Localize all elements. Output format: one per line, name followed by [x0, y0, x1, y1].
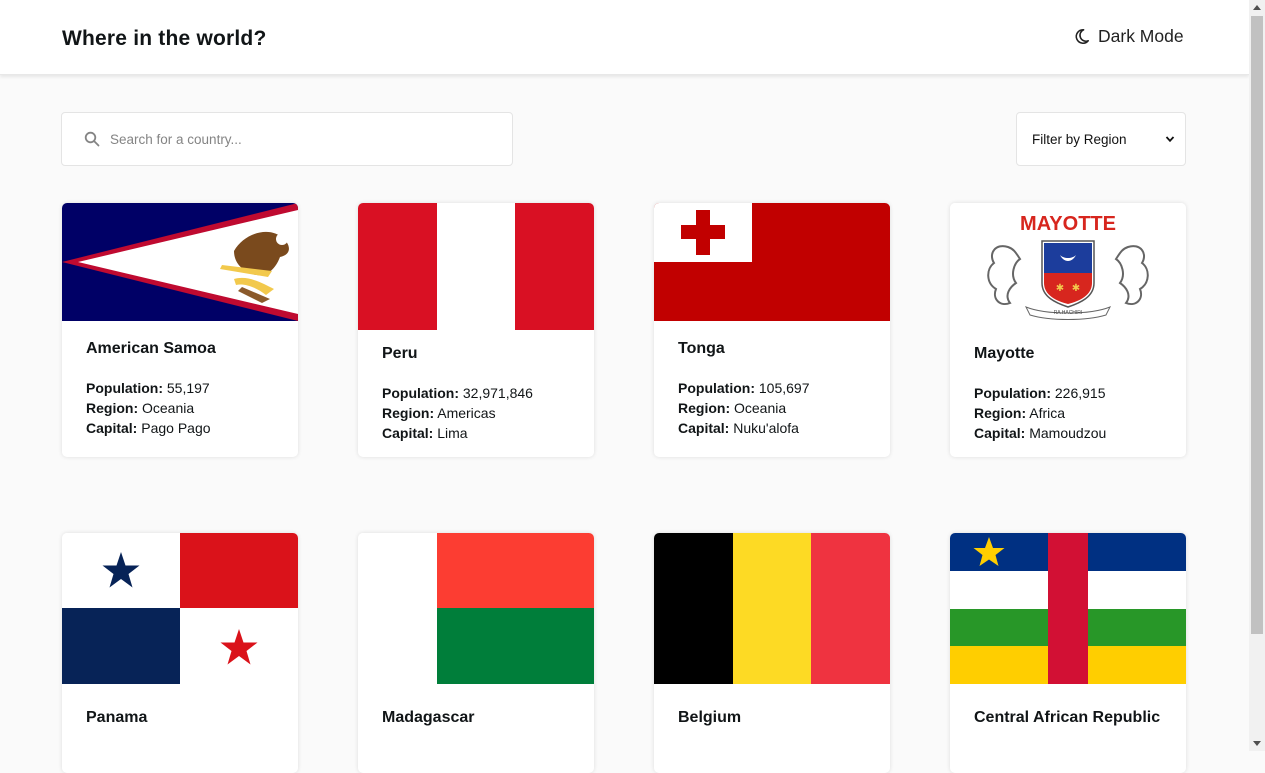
population-value: 32,971,846: [462, 385, 533, 401]
region-label: Region:: [382, 405, 435, 421]
mayotte-flag: MAYOTTE ✱ ✱ RA HACHIRI: [950, 203, 1186, 330]
peru-flag: [358, 203, 594, 330]
capital-label: Capital:: [678, 420, 730, 436]
country-info: Population: 32,971,846 Region: Americas …: [382, 383, 533, 443]
country-name: Tonga: [678, 340, 725, 357]
population-label: Population:: [382, 385, 459, 401]
country-name: Central African Republic: [974, 709, 1161, 726]
belgium-flag: [654, 533, 890, 684]
country-name: Peru: [382, 345, 418, 362]
country-card[interactable]: MAYOTTE ✱ ✱ RA HACHIRI Mayotte Populatio…: [950, 203, 1186, 457]
capital-label: Capital:: [974, 425, 1026, 441]
country-info: Population: 55,197 Region: Oceania Capit…: [86, 378, 211, 438]
capital-label: Capital:: [382, 425, 434, 441]
country-card[interactable]: Madagascar: [358, 533, 594, 773]
population-label: Population:: [86, 380, 163, 396]
capital-value: Pago Pago: [141, 420, 211, 436]
page-title: Where in the world?: [62, 27, 267, 50]
search-icon: [84, 131, 100, 147]
mayotte-flag-text: MAYOTTE: [1020, 213, 1116, 235]
capital-label: Capital:: [86, 420, 138, 436]
country-card[interactable]: Panama: [62, 533, 298, 773]
region-value: Oceania: [142, 400, 195, 416]
region-value: Africa: [1029, 405, 1066, 421]
central-african-republic-flag: [950, 533, 1186, 684]
region-filter-select[interactable]: Filter by Region: [1016, 112, 1186, 166]
scrollbar-thumb[interactable]: [1251, 16, 1263, 634]
country-card[interactable]: American Samoa Population: 55,197 Region…: [62, 203, 298, 457]
mayotte-flag-motto: RA HACHIRI: [1054, 310, 1083, 316]
filter-label: Filter by Region: [1032, 131, 1127, 147]
country-info: Population: 226,915 Region: Africa Capit…: [974, 383, 1106, 443]
country-name: Panama: [86, 709, 148, 726]
region-value: Americas: [437, 405, 496, 421]
header: Where in the world? Dark Mode: [0, 0, 1249, 75]
country-name: Madagascar: [382, 709, 475, 726]
dark-mode-label: Dark Mode: [1098, 26, 1184, 46]
country-card[interactable]: Peru Population: 32,971,846 Region: Amer…: [358, 203, 594, 457]
population-value: 55,197: [166, 380, 210, 396]
population-value: 226,915: [1054, 385, 1106, 401]
search-input[interactable]: [108, 130, 492, 148]
scroll-up-arrow-icon[interactable]: [1253, 5, 1261, 10]
dark-mode-toggle[interactable]: Dark Mode: [1073, 26, 1184, 47]
capital-value: Lima: [437, 425, 468, 441]
capital-value: Nuku'alofa: [733, 420, 799, 436]
capital-value: Mamoudzou: [1029, 425, 1107, 441]
moon-icon: [1075, 28, 1090, 44]
region-value: Oceania: [734, 400, 787, 416]
region-label: Region:: [678, 400, 731, 416]
country-name: Mayotte: [974, 345, 1035, 362]
country-info: Population: 105,697 Region: Oceania Capi…: [678, 378, 810, 438]
madagascar-flag: [358, 533, 594, 684]
population-label: Population:: [678, 380, 755, 396]
search-box: [61, 112, 513, 166]
svg-text:✱: ✱: [1072, 283, 1080, 294]
country-card[interactable]: Belgium: [654, 533, 890, 773]
region-label: Region:: [86, 400, 139, 416]
scrollbar[interactable]: [1249, 0, 1265, 751]
svg-text:✱: ✱: [1056, 283, 1064, 294]
country-name: American Samoa: [86, 340, 216, 357]
tonga-flag: [654, 203, 890, 321]
scroll-down-arrow-icon[interactable]: [1253, 741, 1261, 746]
region-label: Region:: [974, 405, 1027, 421]
panama-flag: [62, 533, 298, 684]
country-card[interactable]: Tonga Population: 105,697 Region: Oceani…: [654, 203, 890, 457]
chevron-down-icon: [1165, 136, 1175, 143]
population-value: 105,697: [758, 380, 810, 396]
american-samoa-flag: [62, 203, 298, 321]
country-card[interactable]: Central African Republic: [950, 533, 1186, 773]
population-label: Population:: [974, 385, 1051, 401]
country-name: Belgium: [678, 709, 742, 726]
